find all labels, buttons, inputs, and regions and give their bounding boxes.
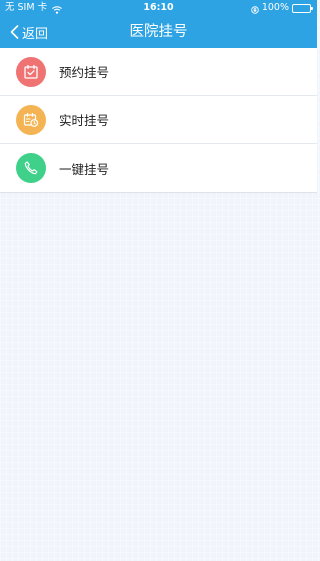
menu-item-realtime[interactable]: 实时挂号 [0, 96, 317, 144]
chevron-left-icon [10, 25, 19, 39]
calendar-check-icon [16, 56, 46, 87]
menu-list: 预约挂号 实时挂号 一键挂号 [0, 48, 317, 193]
header: 无 SIM 卡 16:10 100% 返回 医院挂号 [0, 0, 317, 48]
battery-percent: 100% [261, 2, 289, 13]
nav-bar: 返回 医院挂号 [0, 16, 317, 48]
status-right: 100% [251, 0, 314, 16]
menu-item-one-click[interactable]: 一键挂号 [0, 144, 317, 192]
back-button[interactable]: 返回 [10, 16, 48, 48]
orientation-lock-icon [251, 4, 259, 14]
menu-label: 一键挂号 [59, 161, 110, 177]
calendar-clock-icon [16, 104, 46, 135]
menu-label: 预约挂号 [59, 65, 110, 80]
phone-icon [16, 153, 46, 183]
back-label: 返回 [22, 26, 49, 42]
status-bar: 无 SIM 卡 16:10 100% [0, 0, 317, 16]
menu-label: 实时挂号 [59, 113, 110, 128]
battery-icon [292, 3, 314, 13]
menu-item-appointment[interactable]: 预约挂号 [0, 48, 317, 96]
